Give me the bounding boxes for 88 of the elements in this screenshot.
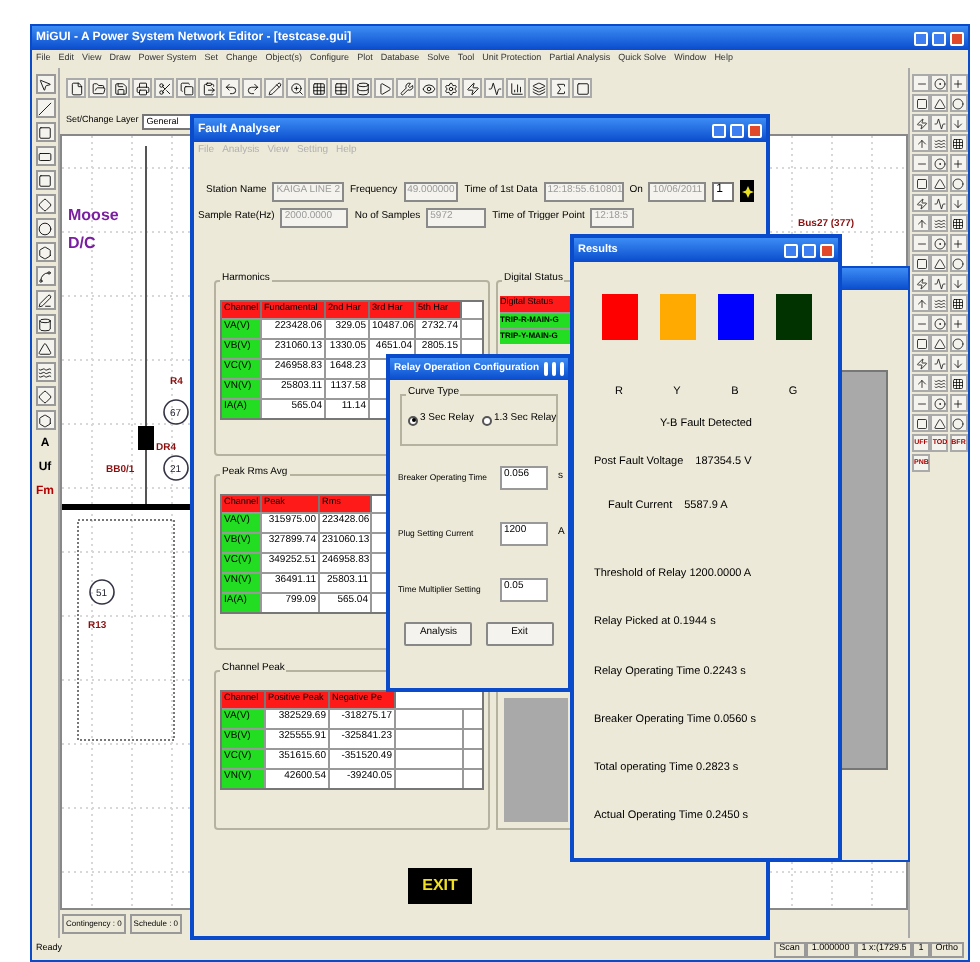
folder-icon[interactable] (88, 78, 108, 98)
bar-chart-icon[interactable] (506, 78, 526, 98)
circle-icon[interactable] (949, 334, 968, 352)
circle-icon[interactable] (949, 94, 968, 112)
circle-icon[interactable] (949, 414, 968, 432)
square-icon[interactable] (912, 414, 930, 432)
triangle-icon[interactable] (35, 338, 55, 358)
curve-icon[interactable] (35, 266, 55, 286)
arrow-up-icon[interactable] (912, 214, 930, 232)
square-icon[interactable] (35, 122, 55, 142)
printer-icon[interactable] (132, 78, 152, 98)
square-icon[interactable] (912, 334, 930, 352)
circle-icon[interactable] (949, 254, 968, 272)
settings-icon[interactable] (440, 78, 460, 98)
wave-icon[interactable] (35, 362, 55, 382)
circle-dot-icon[interactable] (930, 74, 949, 92)
pulse-icon[interactable] (930, 194, 949, 212)
marker-button[interactable] (740, 180, 754, 202)
pointer-icon[interactable] (35, 74, 55, 94)
triangle-icon[interactable] (930, 254, 949, 272)
rectangle-icon[interactable] (35, 146, 55, 166)
square-icon[interactable] (35, 170, 55, 190)
triangle-icon[interactable] (930, 414, 949, 432)
undo-icon[interactable] (220, 78, 240, 98)
wrench-icon[interactable] (396, 78, 416, 98)
radio-button[interactable] (481, 415, 492, 425)
wave-icon[interactable] (930, 134, 949, 152)
circle-dot-icon[interactable] (930, 234, 949, 252)
circle-icon[interactable] (949, 174, 968, 192)
grid-icon[interactable] (308, 78, 328, 98)
pulse-icon[interactable] (930, 114, 949, 132)
relay-symbol (163, 455, 189, 481)
relay-symbol (163, 399, 189, 425)
triangle-icon[interactable] (930, 174, 949, 192)
circle-dot-icon[interactable] (930, 394, 949, 412)
triangle-icon[interactable] (930, 94, 949, 112)
circle-dot-icon[interactable] (930, 314, 949, 332)
layers-icon[interactable] (528, 78, 548, 98)
plot-area (504, 698, 568, 822)
grid-icon[interactable] (949, 374, 968, 392)
wave-icon[interactable] (930, 374, 949, 392)
redo-icon[interactable] (242, 78, 262, 98)
play-icon[interactable] (374, 78, 394, 98)
station-label: D/C (68, 234, 96, 252)
arrow-up-icon[interactable] (912, 374, 930, 392)
zoom-icon[interactable] (286, 78, 306, 98)
star-icon (741, 185, 753, 197)
busbar (62, 504, 192, 510)
arrow-up-icon[interactable] (912, 294, 930, 312)
arrow-up-icon[interactable] (912, 134, 930, 152)
pencil-icon[interactable] (264, 78, 284, 98)
table-icon[interactable] (330, 78, 350, 98)
copy-icon[interactable] (176, 78, 196, 98)
station-label: Moose (68, 206, 119, 224)
pulse-icon[interactable] (930, 354, 949, 372)
grid-icon[interactable] (949, 294, 968, 312)
save-icon[interactable] (110, 78, 130, 98)
square-icon[interactable] (572, 78, 592, 98)
grid-icon[interactable] (949, 134, 968, 152)
exit-button[interactable]: EXIT (408, 868, 472, 904)
wave-icon[interactable] (930, 294, 949, 312)
square-icon[interactable] (912, 94, 930, 112)
diamond-icon[interactable] (35, 386, 55, 406)
sigma-icon[interactable] (550, 78, 570, 98)
relay-symbol (89, 579, 115, 605)
triangle-icon[interactable] (930, 334, 949, 352)
pulse-icon[interactable] (484, 78, 504, 98)
clipboard-icon[interactable] (198, 78, 218, 98)
pen-icon[interactable] (35, 290, 55, 310)
hexagon-icon[interactable] (35, 242, 55, 262)
breaker-symbol (138, 426, 154, 450)
lightning-icon[interactable] (462, 78, 482, 98)
wave-icon[interactable] (930, 214, 949, 232)
square-icon[interactable] (912, 254, 930, 272)
hexagon-icon[interactable] (35, 410, 55, 430)
eye-icon[interactable] (418, 78, 438, 98)
cylinder-icon[interactable] (35, 314, 55, 334)
pulse-icon[interactable] (930, 274, 949, 292)
radio-button[interactable] (408, 415, 418, 425)
diamond-icon[interactable] (35, 194, 55, 214)
new-file-icon[interactable] (66, 78, 86, 98)
ellipse-icon[interactable] (35, 218, 55, 238)
database-icon[interactable] (352, 78, 372, 98)
scissors-icon[interactable] (154, 78, 174, 98)
square-icon[interactable] (912, 174, 930, 192)
grid-icon[interactable] (949, 214, 968, 232)
circle-dot-icon[interactable] (930, 154, 949, 172)
line-icon[interactable] (35, 98, 55, 118)
